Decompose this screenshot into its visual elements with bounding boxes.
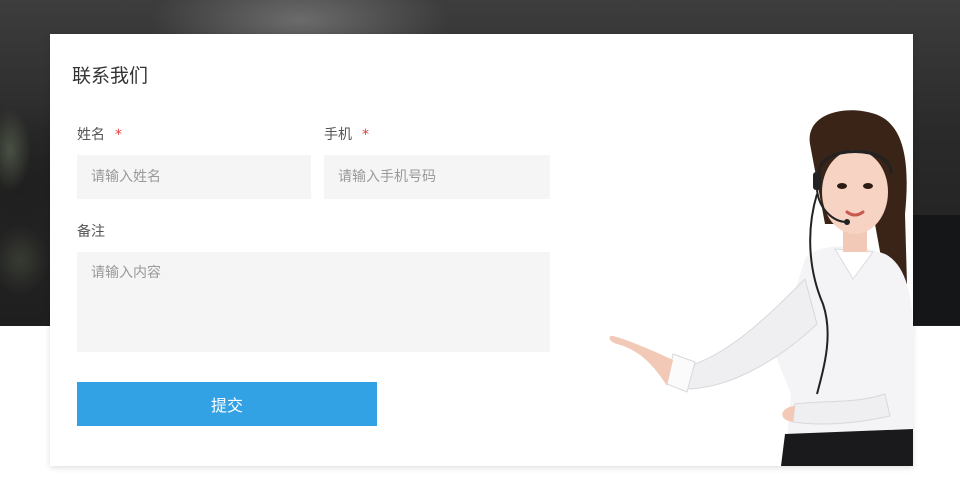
form-title: 联系我们 — [72, 65, 149, 87]
name-input[interactable] — [77, 155, 311, 199]
customer-service-agent-icon — [609, 110, 913, 466]
monitor-decoration — [912, 215, 960, 325]
notes-textarea[interactable] — [77, 252, 550, 352]
name-required-mark: * — [115, 127, 122, 143]
plant-decoration — [0, 90, 48, 320]
phone-required-mark: * — [362, 127, 369, 143]
phone-label: 手机 — [324, 127, 352, 143]
phone-label-row: 手机 * — [324, 124, 369, 144]
name-label-row: 姓名 * — [77, 124, 122, 144]
notes-label-row: 备注 — [77, 221, 105, 241]
phone-input[interactable] — [324, 155, 550, 199]
notes-label: 备注 — [77, 224, 105, 240]
submit-button[interactable]: 提交 — [77, 382, 377, 426]
contact-form-card: 联系我们 姓名 * 手机 * 备注 提交 — [50, 34, 913, 466]
name-label: 姓名 — [77, 127, 105, 143]
